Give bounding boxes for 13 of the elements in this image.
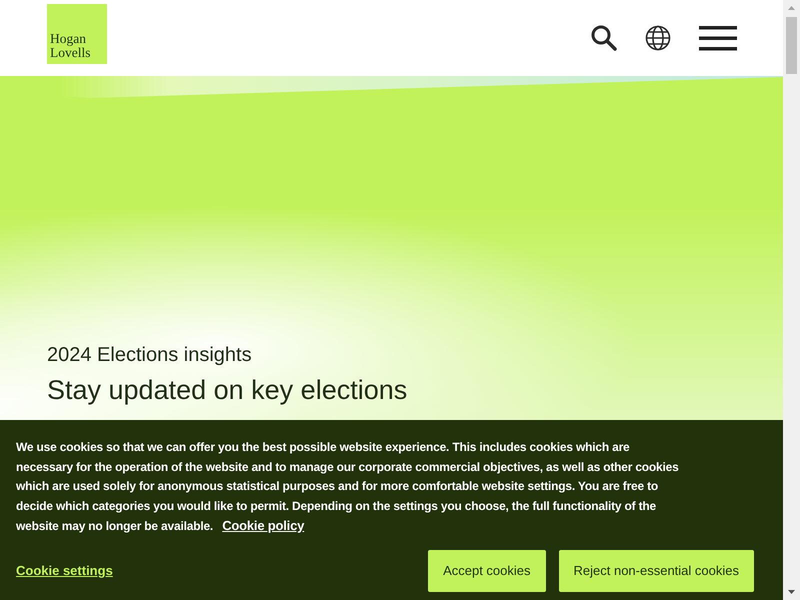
menu-icon[interactable] [699, 26, 737, 50]
search-icon[interactable] [591, 25, 617, 51]
hero-heading: Stay updated on key elections [47, 375, 408, 406]
scroll-thumb[interactable] [786, 17, 797, 74]
globe-icon[interactable] [645, 25, 671, 51]
cookie-settings-link[interactable]: Cookie settings [16, 563, 113, 578]
logo[interactable]: Hogan Lovells [47, 4, 107, 64]
scrollbar[interactable] [783, 0, 800, 600]
cookie-policy-link[interactable]: Cookie policy [222, 518, 304, 533]
cookie-message: We use cookies so that we can offer you the best possible website experience. This includes cookies which are necessary for the operation of the website and to manage our corporate commercial objectives, as well as other cookies which are used solely for anonymous statistical purposes and for more comfortable website settings. You are free to decide which categories you would like to permit. Depending on the settings you choose, the full functionality of the website may no longer be available. Cookie policy [16, 439, 680, 535]
accept-button[interactable]: Accept cookies [428, 550, 546, 592]
reject-button[interactable]: Reject non-essential cookies [558, 550, 754, 592]
hero-eyebrow: 2024 Elections insights [47, 344, 253, 367]
